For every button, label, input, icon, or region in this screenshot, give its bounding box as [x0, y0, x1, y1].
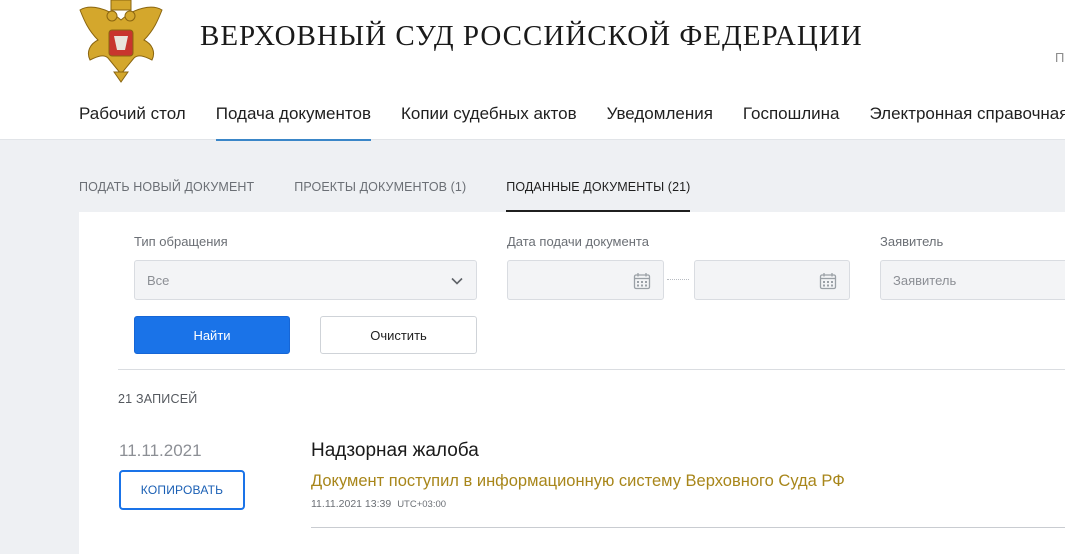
record-status: Документ поступил в информационную систе…: [311, 472, 845, 490]
header-corner-text[interactable]: П: [1055, 50, 1064, 65]
filter-divider: [118, 369, 1065, 370]
nav-item-state-fee[interactable]: Госпошлина: [743, 104, 840, 140]
applicant-placeholder: Заявитель: [893, 272, 957, 288]
calendar-icon[interactable]: [819, 272, 837, 290]
site-title: ВЕРХОВНЫЙ СУД РОССИЙСКОЙ ФЕДЕРАЦИИ: [200, 20, 863, 52]
record-divider: [311, 527, 1065, 528]
tab-document-drafts[interactable]: ПРОЕКТЫ ДОКУМЕНТОВ (1): [294, 180, 466, 212]
filter-results-panel: Тип обращения Все Дата подачи документа: [79, 212, 1065, 554]
calendar-icon[interactable]: [633, 272, 651, 290]
nav-item-notifications[interactable]: Уведомления: [607, 104, 713, 140]
type-select-value: Все: [147, 272, 170, 288]
date-from-input[interactable]: [507, 260, 664, 300]
chevron-down-icon: [451, 277, 463, 285]
main-nav: Рабочий стол Подача документов Копии суд…: [79, 104, 1065, 141]
date-label: Дата подачи документа: [507, 234, 649, 249]
record-title[interactable]: Надзорная жалоба: [311, 440, 479, 462]
clear-button[interactable]: Очистить: [320, 316, 477, 354]
site-header: ВЕРХОВНЫЙ СУД РОССИЙСКОЙ ФЕДЕРАЦИИ П Раб…: [0, 0, 1065, 141]
nav-item-electronic-help[interactable]: Электронная справочная: [870, 104, 1065, 140]
type-select[interactable]: Все: [134, 260, 477, 300]
record-date: 11.11.2021: [119, 441, 202, 460]
applicant-label: Заявитель: [880, 234, 944, 249]
tab-new-document[interactable]: ПОДАТЬ НОВЫЙ ДОКУМЕНТ: [79, 180, 254, 212]
copy-button[interactable]: КОПИРОВАТЬ: [119, 470, 245, 510]
applicant-input[interactable]: Заявитель: [880, 260, 1065, 300]
date-to-input[interactable]: [694, 260, 850, 300]
tab-submitted-documents[interactable]: ПОДАННЫЕ ДОКУМЕНТЫ (21): [506, 180, 691, 212]
nav-item-desktop[interactable]: Рабочий стол: [79, 104, 186, 140]
date-range-separator: [667, 279, 689, 280]
record-status-datetime: 11.11.2021 13:39: [311, 498, 392, 510]
document-tabs: ПОДАТЬ НОВЫЙ ДОКУМЕНТ ПРОЕКТЫ ДОКУМЕНТОВ…: [79, 180, 730, 212]
record-meta: 11.11.2021 13:39 UTC+03:00: [311, 498, 446, 510]
records-count: 21 ЗАПИСЕЙ: [118, 392, 198, 406]
nav-item-submit-documents[interactable]: Подача документов: [215, 104, 372, 141]
nav-item-court-act-copies[interactable]: Копии судебных актов: [401, 104, 577, 140]
record-timezone: UTC+03:00: [397, 499, 447, 510]
russian-coat-of-arms-icon[interactable]: [78, 0, 164, 84]
type-label: Тип обращения: [134, 234, 228, 249]
find-button[interactable]: Найти: [134, 316, 290, 354]
